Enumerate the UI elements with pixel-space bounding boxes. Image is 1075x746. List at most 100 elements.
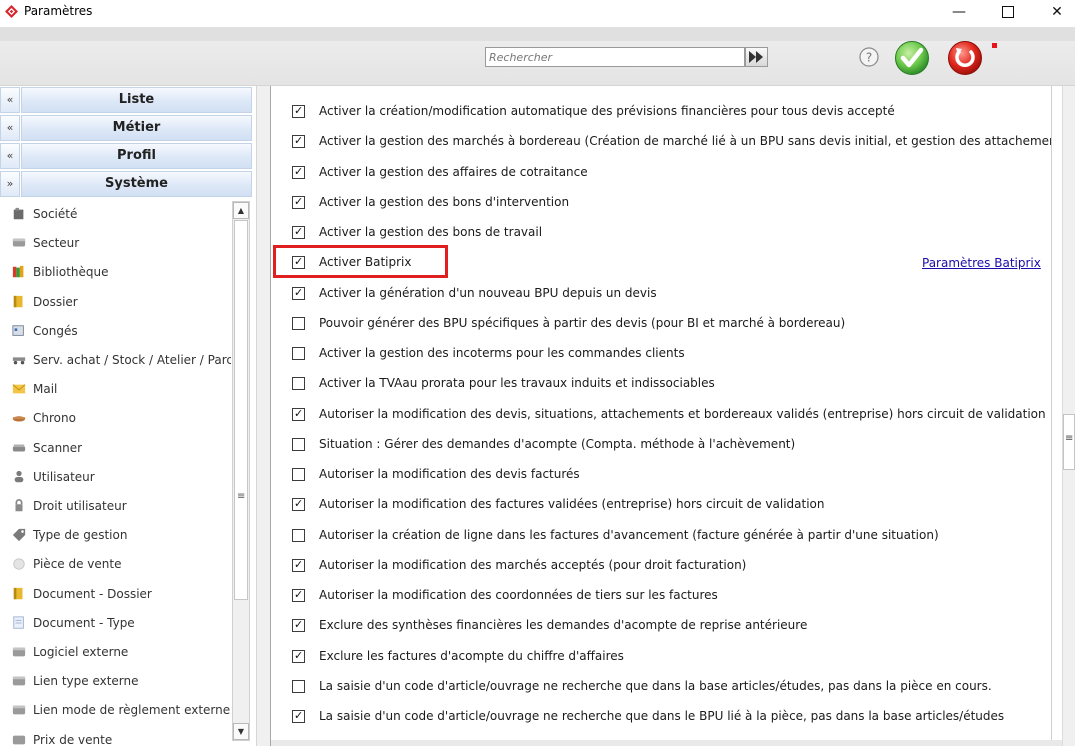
option-label: Exclure les factures d'acompte du chiffr… [319, 648, 624, 663]
section-title[interactable]: Liste [21, 87, 252, 113]
option-row: ✓ Activer Batiprix [271, 247, 1051, 277]
expand-icon[interactable]: » [0, 171, 20, 197]
sidebar-item[interactable]: Droit utilisateur [0, 492, 231, 520]
option-row: ✓ Activer la gestion des bons d'intervent… [271, 187, 1051, 217]
sidebar-item[interactable]: Document - Dossier [0, 580, 231, 608]
calendar-icon [12, 325, 24, 336]
option-checkbox[interactable]: ✓ [292, 497, 305, 512]
checkmark-icon: ✓ [294, 557, 304, 571]
option-checkbox[interactable]: ✓ [292, 557, 305, 572]
checkmark-icon: ✓ [294, 648, 304, 662]
sidebar-item[interactable]: Chrono [0, 404, 231, 432]
section-liste[interactable]: « Liste [0, 87, 252, 113]
option-checkbox[interactable]: ✓ [292, 588, 305, 602]
payment-link-icon [12, 706, 26, 715]
section-title[interactable]: Profil [21, 143, 252, 169]
folder-icon [13, 295, 23, 307]
collapse-icon[interactable]: « [0, 143, 20, 169]
sidebar-item[interactable]: Bibliothèque [0, 258, 231, 286]
option-checkbox[interactable] [292, 377, 305, 391]
option-label: Autoriser la création de ligne dans les … [319, 527, 939, 542]
option-checkbox[interactable]: ✓ [292, 164, 305, 179]
sidebar-item[interactable]: Pièce de vente [0, 550, 231, 578]
option-row: Autoriser la modification des devis fact… [271, 459, 1051, 489]
option-checkbox[interactable]: ✓ [292, 255, 305, 270]
user-icon [14, 470, 24, 483]
option-checkbox[interactable]: ✓ [292, 286, 305, 300]
option-label: Situation : Gérer des demandes d'acompte… [319, 436, 796, 451]
sidebar-item[interactable]: Congés [0, 317, 231, 345]
option-checkbox[interactable]: ✓ [292, 407, 305, 421]
option-row: ✓ La saisie d'un code d'article/ouvrage n… [271, 701, 1051, 731]
svg-text:?: ? [866, 51, 872, 65]
section-title[interactable]: Métier [21, 115, 252, 141]
sidebar-item[interactable]: Type de gestion [0, 521, 231, 549]
help-icon[interactable]: ? [858, 46, 880, 68]
option-checkbox[interactable] [292, 468, 305, 481]
sidebar-item[interactable]: Utilisateur [0, 463, 231, 491]
sidebar-item-label: Dossier [33, 294, 78, 309]
sidebar-item[interactable]: Société [0, 200, 231, 228]
search-input[interactable] [486, 48, 742, 66]
option-checkbox[interactable] [292, 679, 305, 693]
option-checkbox[interactable]: ✓ [292, 225, 305, 239]
option-row: ✓ Autoriser la modification des coordonné… [271, 580, 1051, 610]
option-checkbox[interactable] [292, 347, 305, 360]
window-title: Paramètres [24, 4, 93, 18]
option-label: Pouvoir générer des BPU spécifiques à pa… [319, 315, 846, 330]
sidebar-item[interactable]: Lien mode de règlement externe [0, 696, 231, 724]
close-button[interactable]: ✕ [1034, 0, 1075, 24]
section-metier[interactable]: « Métier [0, 115, 252, 141]
sidebar-item[interactable]: Mail [0, 375, 231, 403]
sidebar-item[interactable]: Serv. achat / Stock / Atelier / Parc [0, 346, 231, 374]
building-icon [13, 207, 24, 220]
sidebar-scrollbar[interactable]: ▲ ▼ [232, 201, 250, 741]
option-checkbox[interactable]: ✓ [292, 104, 305, 118]
option-label: Autoriser la modification des devis fact… [319, 467, 580, 481]
checkmark-icon: ✓ [294, 225, 304, 238]
checkmark-icon: ✓ [294, 164, 304, 178]
section-systeme[interactable]: » Système [0, 171, 252, 197]
checkmark-icon: ✓ [294, 588, 304, 601]
option-checkbox[interactable]: ✓ [292, 618, 305, 633]
option-label: Activer la gestion des incoterms pour le… [319, 346, 685, 360]
option-checkbox[interactable] [292, 437, 305, 451]
pane-splitter[interactable] [256, 86, 271, 746]
validate-icon[interactable] [894, 40, 930, 76]
option-checkbox[interactable]: ✓ [292, 194, 305, 209]
scroll-thumb[interactable] [234, 220, 248, 600]
option-checkbox[interactable]: ✓ [292, 648, 305, 663]
option-row: ✓ Activer la gestion des bons de travail [271, 217, 1051, 247]
section-title[interactable]: Système [21, 171, 252, 197]
section-profil[interactable]: « Profil [0, 143, 252, 169]
sidebar-item[interactable]: Document - Type [0, 609, 231, 637]
option-checkbox[interactable]: ✓ [292, 134, 305, 149]
sidebar-item[interactable]: Prix de vente [0, 726, 231, 746]
minimize-button[interactable]: — [936, 0, 982, 24]
cancel-icon[interactable] [947, 40, 983, 76]
option-row: ✓ Exclure des synthèses financières les d… [271, 610, 1051, 640]
scroll-down-button[interactable]: ▼ [233, 723, 249, 740]
options-scrollbar[interactable] [1062, 86, 1075, 746]
option-checkbox[interactable]: ✓ [292, 709, 305, 723]
sidebar-item-label: Lien type externe [33, 674, 139, 689]
external-software-icon [12, 647, 26, 657]
sidebar-item[interactable]: Secteur [0, 229, 231, 257]
sidebar-item[interactable]: Logiciel externe [0, 638, 231, 666]
option-checkbox[interactable] [292, 316, 305, 330]
sidebar-item[interactable]: Lien type externe [0, 667, 231, 695]
scroll-up-button[interactable]: ▲ [233, 202, 249, 219]
document-icon [13, 616, 24, 629]
maximize-button[interactable] [985, 0, 1031, 24]
collapse-icon[interactable]: « [0, 115, 20, 141]
checkmark-icon: ✓ [294, 194, 304, 208]
search-go-button[interactable] [745, 47, 768, 67]
sidebar-item[interactable]: Dossier [0, 288, 231, 316]
option-row: Situation : Gérer des demandes d'acompte… [271, 429, 1051, 459]
option-label: Autoriser la modification des marchés ac… [319, 557, 747, 572]
sidebar-item[interactable]: Scanner [0, 434, 231, 462]
collapse-icon[interactable]: « [0, 87, 20, 113]
checkmark-icon: ✓ [294, 618, 304, 632]
option-checkbox[interactable] [292, 528, 305, 542]
checkmark-icon: ✓ [294, 255, 304, 269]
